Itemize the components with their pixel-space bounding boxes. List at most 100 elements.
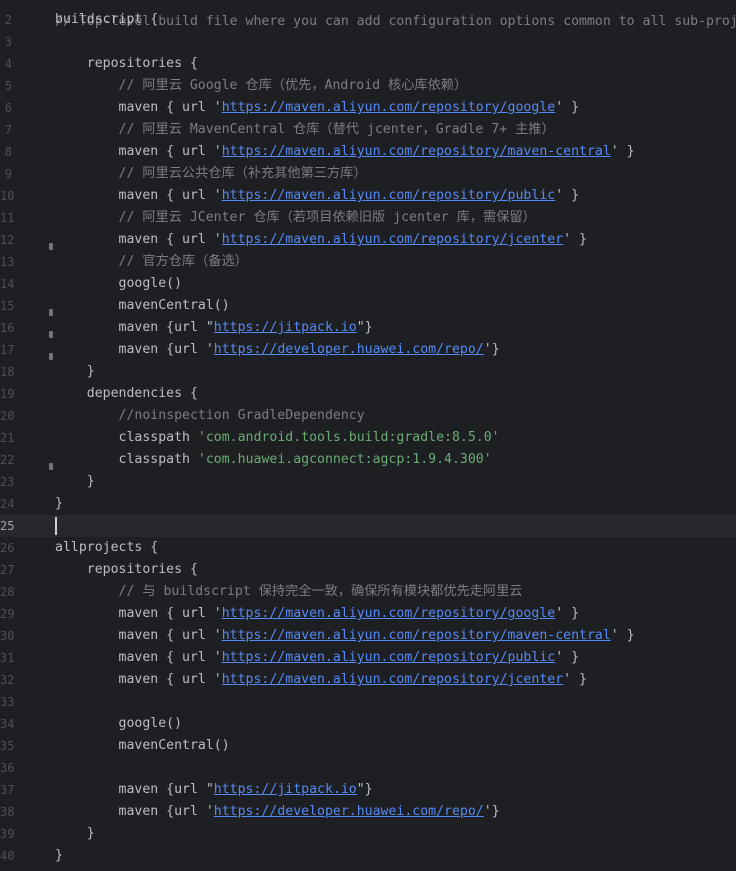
url-link[interactable]: https://maven.aliyun.com/repository/jcen… — [222, 232, 563, 247]
code-line[interactable]: 6 maven { url 'https://maven.aliyun.com/… — [0, 97, 736, 119]
code-line[interactable]: 36 — [0, 757, 736, 779]
code-line[interactable]: 9 // 阿里云公共仓库（补充其他第三方库） — [0, 163, 736, 185]
code-line[interactable]: 20 //noinspection GradleDependency — [0, 405, 736, 427]
code-text[interactable]: google() — [55, 713, 183, 735]
code-line[interactable]: 10 maven { url 'https://maven.aliyun.com… — [0, 185, 736, 207]
url-link[interactable]: https://maven.aliyun.com/repository/publ… — [222, 650, 555, 665]
line-number: 39 — [0, 827, 15, 841]
url-link[interactable]: https://maven.aliyun.com/repository/goog… — [222, 100, 555, 115]
code-line[interactable]: 35 mavenCentral() — [0, 735, 736, 757]
code-line[interactable]: 31 maven { url 'https://maven.aliyun.com… — [0, 647, 736, 669]
url-link[interactable]: https://developer.huawei.com/repo/ — [214, 342, 484, 357]
code-text[interactable]: maven { url 'https://maven.aliyun.com/re… — [55, 141, 635, 163]
code-text[interactable]: } — [55, 823, 95, 845]
code-text[interactable]: //noinspection GradleDependency — [55, 405, 365, 427]
url-link[interactable]: https://developer.huawei.com/repo/ — [214, 804, 484, 819]
code-text[interactable]: repositories { — [55, 559, 198, 581]
code-text[interactable]: // 阿里云公共仓库（补充其他第三方库） — [55, 163, 367, 185]
code-text[interactable]: maven { url 'https://maven.aliyun.com/re… — [55, 669, 587, 691]
code-text[interactable]: // 阿里云 MavenCentral 仓库（替代 jcenter，Gradle… — [55, 119, 555, 141]
code-line[interactable]: 18 } — [0, 361, 736, 383]
code-text[interactable]: classpath 'com.huawei.agconnect:agcp:1.9… — [55, 449, 492, 471]
code-line[interactable]: 30 maven { url 'https://maven.aliyun.com… — [0, 625, 736, 647]
code-line[interactable]: 32 maven { url 'https://maven.aliyun.com… — [0, 669, 736, 691]
code-line[interactable]: 34 google() — [0, 713, 736, 735]
code-text[interactable]: google() — [55, 273, 183, 295]
code-line[interactable]: 28 // 与 buildscript 保持完全一致，确保所有模块都优先走阿里云 — [0, 581, 736, 603]
code-token: maven {url " — [55, 320, 214, 335]
code-line[interactable]: 40} — [0, 845, 736, 867]
code-line[interactable]: 5 // 阿里云 Google 仓库（优先，Android 核心库依赖） — [0, 75, 736, 97]
code-text[interactable]: // 与 buildscript 保持完全一致，确保所有模块都优先走阿里云 — [55, 581, 523, 603]
code-line[interactable]: 12 maven { url 'https://maven.aliyun.com… — [0, 229, 736, 251]
code-text[interactable]: // 阿里云 Google 仓库（优先，Android 核心库依赖） — [55, 75, 468, 97]
code-line[interactable]: 27 repositories { — [0, 559, 736, 581]
url-link[interactable]: https://maven.aliyun.com/repository/goog… — [222, 606, 555, 621]
url-link[interactable]: https://maven.aliyun.com/repository/mave… — [222, 628, 611, 643]
code-text[interactable]: buildscript { — [55, 9, 158, 31]
code-text[interactable]: } — [55, 471, 95, 493]
code-text[interactable]: // 阿里云 JCenter 仓库（若项目依赖旧版 jcenter 库，需保留） — [55, 207, 536, 229]
code-line-current[interactable]: 25 — [0, 515, 736, 537]
fold-marker-icon[interactable] — [49, 331, 53, 338]
code-line[interactable]: 24} — [0, 493, 736, 515]
code-text[interactable]: maven {url 'https://developer.huawei.com… — [55, 339, 500, 361]
fold-marker-icon[interactable] — [49, 463, 53, 470]
code-text[interactable]: maven {url "https://jitpack.io"} — [55, 779, 373, 801]
code-line[interactable]: 14 google() — [0, 273, 736, 295]
code-line[interactable]: 13 // 官方仓库（备选） — [0, 251, 736, 273]
code-text[interactable]: maven {url 'https://developer.huawei.com… — [55, 801, 500, 823]
code-text[interactable]: // 官方仓库（备选） — [55, 251, 248, 273]
url-link[interactable]: https://jitpack.io — [214, 782, 357, 797]
code-line[interactable]: 15 mavenCentral() — [0, 295, 736, 317]
line-number: 37 — [0, 783, 15, 797]
code-editor[interactable]: // Top-level build file where you can ad… — [0, 0, 736, 871]
code-text[interactable]: maven { url 'https://maven.aliyun.com/re… — [55, 97, 580, 119]
code-line[interactable]: 21 classpath 'com.android.tools.build:gr… — [0, 427, 736, 449]
code-text[interactable]: allprojects { — [55, 537, 158, 559]
code-text[interactable]: dependencies { — [55, 383, 198, 405]
code-text[interactable]: repositories { — [55, 53, 198, 75]
code-text[interactable]: maven { url 'https://maven.aliyun.com/re… — [55, 625, 635, 647]
code-line[interactable]: 11 // 阿里云 JCenter 仓库（若项目依赖旧版 jcenter 库，需… — [0, 207, 736, 229]
code-line[interactable]: 19 dependencies { — [0, 383, 736, 405]
code-text[interactable]: } — [55, 361, 95, 383]
code-line[interactable]: 3 — [0, 31, 736, 53]
code-token: } — [55, 826, 95, 841]
code-token: maven {url " — [55, 782, 214, 797]
fold-marker-icon[interactable] — [49, 353, 53, 360]
code-text[interactable]: maven { url 'https://maven.aliyun.com/re… — [55, 603, 580, 625]
code-text[interactable]: maven { url 'https://maven.aliyun.com/re… — [55, 229, 587, 251]
url-link[interactable]: https://maven.aliyun.com/repository/mave… — [222, 144, 611, 159]
code-line[interactable]: 29 maven { url 'https://maven.aliyun.com… — [0, 603, 736, 625]
code-text[interactable]: maven {url "https://jitpack.io"} — [55, 317, 373, 339]
code-line[interactable]: 4 repositories { — [0, 53, 736, 75]
code-text[interactable]: maven { url 'https://maven.aliyun.com/re… — [55, 185, 580, 207]
code-text[interactable]: } — [55, 493, 63, 515]
url-link[interactable]: https://maven.aliyun.com/repository/publ… — [222, 188, 555, 203]
code-line[interactable]: 33 — [0, 691, 736, 713]
comment-text: // 与 buildscript 保持完全一致，确保所有模块都优先走阿里云 — [55, 584, 523, 599]
code-line[interactable]: 17 maven {url 'https://developer.huawei.… — [0, 339, 736, 361]
code-token: maven {url ' — [55, 342, 214, 357]
code-line[interactable]: 37 maven {url "https://jitpack.io"} — [0, 779, 736, 801]
fold-marker-icon[interactable] — [49, 309, 53, 316]
code-text[interactable]: mavenCentral() — [55, 735, 230, 757]
code-line[interactable]: 23 } — [0, 471, 736, 493]
code-text[interactable]: maven { url 'https://maven.aliyun.com/re… — [55, 647, 580, 669]
code-text[interactable]: classpath 'com.android.tools.build:gradl… — [55, 427, 500, 449]
code-line[interactable]: 39 } — [0, 823, 736, 845]
code-line[interactable]: 26 allprojects { — [0, 537, 736, 559]
code-line[interactable]: 8 maven { url 'https://maven.aliyun.com/… — [0, 141, 736, 163]
code-text[interactable]: mavenCentral() — [55, 295, 230, 317]
fold-marker-icon[interactable] — [49, 243, 53, 250]
code-text[interactable]: } — [55, 845, 63, 867]
code-line[interactable]: 2 buildscript { — [0, 9, 736, 31]
code-line[interactable]: 22 classpath 'com.huawei.agconnect:agcp:… — [0, 449, 736, 471]
url-link[interactable]: https://jitpack.io — [214, 320, 357, 335]
code-line[interactable]: 16 maven {url "https://jitpack.io"} — [0, 317, 736, 339]
code-token: google() — [55, 716, 183, 731]
code-line[interactable]: 7 // 阿里云 MavenCentral 仓库（替代 jcenter，Grad… — [0, 119, 736, 141]
code-line[interactable]: 38 maven {url 'https://developer.huawei.… — [0, 801, 736, 823]
url-link[interactable]: https://maven.aliyun.com/repository/jcen… — [222, 672, 563, 687]
